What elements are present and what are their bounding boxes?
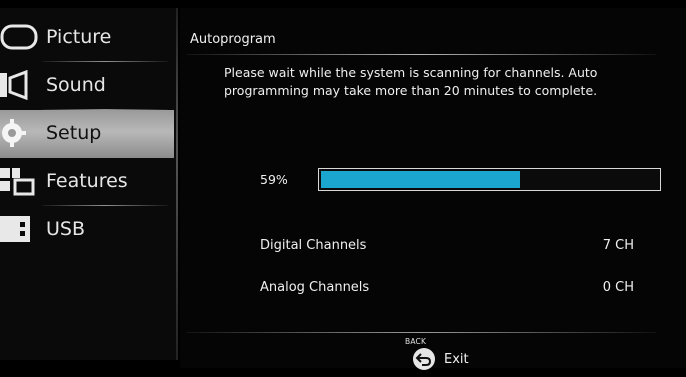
progress-bar xyxy=(318,168,661,191)
footer-divider xyxy=(186,332,656,333)
sidebar-item-features[interactable]: Features xyxy=(0,158,174,206)
sidebar-item-label: Setup xyxy=(46,122,102,144)
return-arrow-icon xyxy=(415,353,432,366)
sidebar-item-picture[interactable]: Picture xyxy=(0,14,174,62)
picture-icon xyxy=(0,24,38,50)
analog-channels-label: Analog Channels xyxy=(260,280,370,295)
exit-button[interactable] xyxy=(413,348,435,370)
sidebar-item-sound[interactable]: Sound xyxy=(0,62,174,110)
sidebar-item-label: USB xyxy=(46,218,86,240)
sound-icon xyxy=(0,70,28,100)
sidebar-item-label: Picture xyxy=(46,26,112,48)
title-divider xyxy=(186,54,656,55)
sidebar-menu: Picture Sound Setup Features USB xyxy=(0,8,176,360)
page-title: Autoprogram xyxy=(190,32,276,47)
sidebar-item-label: Features xyxy=(46,170,128,192)
vertical-divider xyxy=(176,8,178,360)
setup-icon xyxy=(2,119,26,147)
digital-channels-count: 7 CH xyxy=(602,238,634,253)
tv-menu-screen: Picture Sound Setup Features USB Autopro… xyxy=(0,0,686,377)
analog-channels-count: 0 CH xyxy=(602,280,634,295)
digital-channels-label: Digital Channels xyxy=(260,238,367,253)
sidebar-item-usb[interactable]: USB xyxy=(0,206,174,254)
back-hint-label: BACK xyxy=(405,337,427,346)
progress-fill xyxy=(321,171,520,188)
features-icon xyxy=(0,168,35,196)
sidebar-item-label: Sound xyxy=(46,74,106,96)
status-message: Please wait while the system is scanning… xyxy=(224,65,598,98)
progress-percent: 59% xyxy=(260,172,288,187)
usb-icon xyxy=(0,216,30,242)
sidebar-item-setup[interactable]: Setup xyxy=(0,110,174,158)
exit-label[interactable]: Exit xyxy=(444,352,469,367)
autoprogram-panel: Autoprogram Please wait while the system… xyxy=(180,8,686,370)
